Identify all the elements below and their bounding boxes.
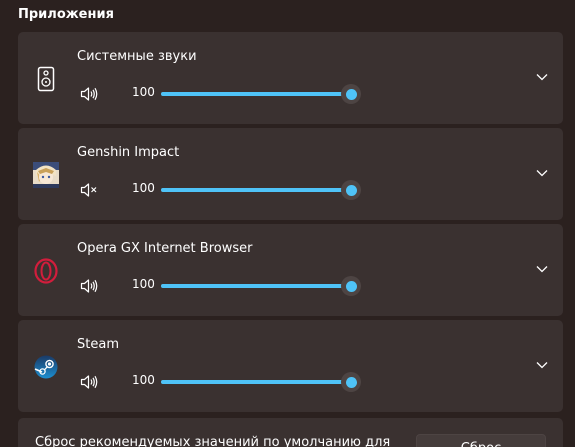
app-card-opera-gx[interactable]: Opera GX Internet Browser 100 <box>18 224 563 316</box>
volume-value: 100 <box>132 373 155 387</box>
app-name: Системные звуки <box>77 49 197 64</box>
app-name: Genshin Impact <box>77 145 180 160</box>
chevron-down-icon[interactable] <box>535 166 549 180</box>
genshin-impact-icon <box>32 161 60 189</box>
slider-fill <box>161 380 351 384</box>
speaker-device-icon <box>32 65 60 93</box>
reset-defaults-card: Сброс рекомендуемых значений по умолчани… <box>18 418 563 447</box>
volume-slider[interactable] <box>161 276 361 296</box>
app-card-system-sounds[interactable]: Системные звуки 100 <box>18 32 563 124</box>
volume-slider[interactable] <box>161 84 361 104</box>
chevron-down-icon[interactable] <box>535 262 549 276</box>
volume-value: 100 <box>132 181 155 195</box>
app-volume-page: Приложения Системные звуки 100 Genshin I… <box>0 0 575 447</box>
slider-fill <box>161 284 351 288</box>
section-title: Приложения <box>18 7 114 22</box>
app-name: Steam <box>77 337 119 352</box>
volume-icon[interactable] <box>80 278 98 294</box>
reset-button[interactable]: Сброс <box>416 434 546 447</box>
app-card-genshin-impact[interactable]: Genshin Impact 100 <box>18 128 563 220</box>
volume-value: 100 <box>132 277 155 291</box>
volume-icon[interactable] <box>80 374 98 390</box>
slider-thumb[interactable] <box>341 84 361 104</box>
steam-icon <box>32 353 60 381</box>
slider-fill <box>161 188 351 192</box>
slider-thumb[interactable] <box>341 276 361 296</box>
app-name: Opera GX Internet Browser <box>77 241 253 256</box>
volume-slider[interactable] <box>161 180 361 200</box>
slider-thumb[interactable] <box>341 180 361 200</box>
chevron-down-icon[interactable] <box>535 358 549 372</box>
volume-muted-icon[interactable] <box>80 182 98 198</box>
volume-slider[interactable] <box>161 372 361 392</box>
reset-description: Сброс рекомендуемых значений по умолчани… <box>35 435 391 447</box>
volume-value: 100 <box>132 85 155 99</box>
app-card-steam[interactable]: Steam 100 <box>18 320 563 412</box>
slider-fill <box>161 92 351 96</box>
chevron-down-icon[interactable] <box>535 70 549 84</box>
volume-icon[interactable] <box>80 86 98 102</box>
opera-gx-icon <box>32 257 60 285</box>
slider-thumb[interactable] <box>341 372 361 392</box>
